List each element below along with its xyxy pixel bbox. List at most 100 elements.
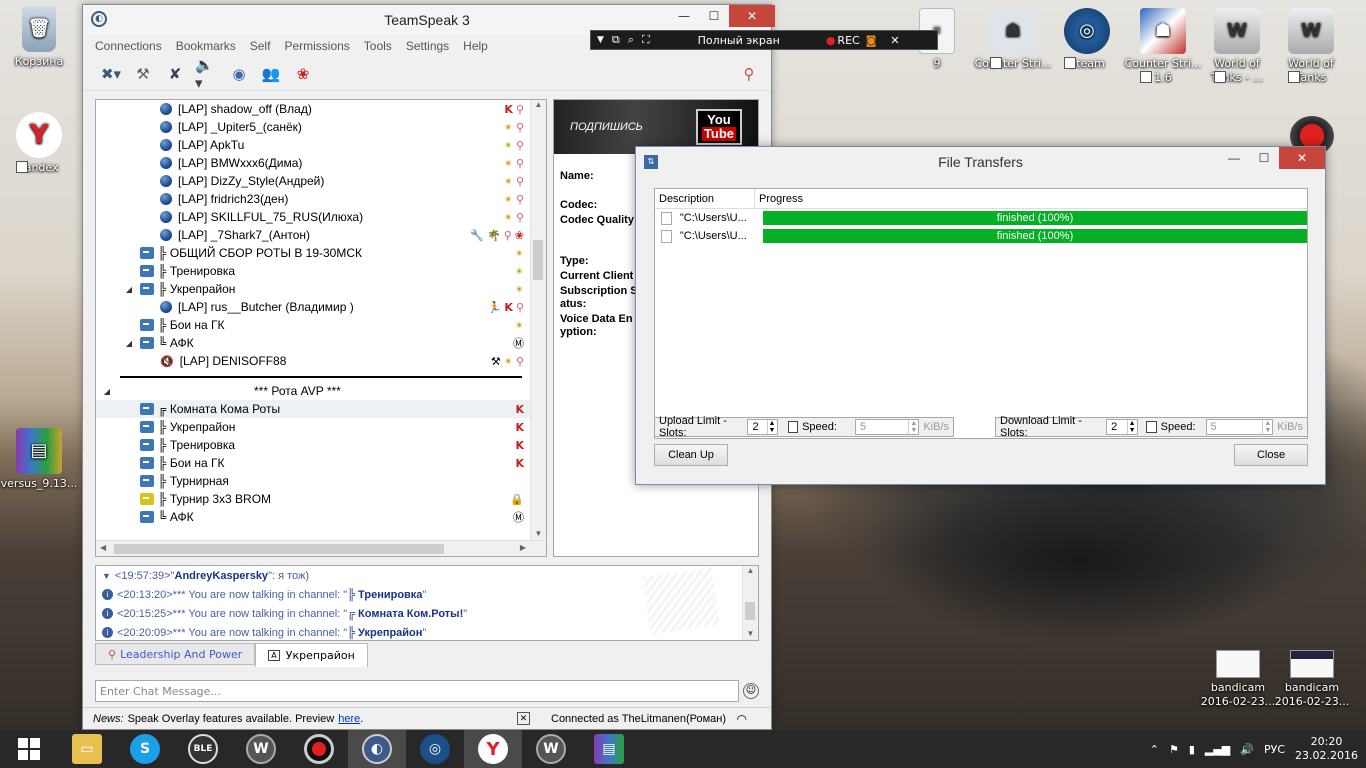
collapse-arrow-icon[interactable]: ◢ xyxy=(100,387,114,396)
subscribe-icon[interactable]: ◉ xyxy=(227,62,251,86)
channel-row[interactable]: ╚ АФК Ⓜ xyxy=(96,508,546,526)
tree-hscroll-thumb[interactable] xyxy=(114,544,444,554)
tree-vertical-scrollbar[interactable]: ▲ ▼ xyxy=(530,100,546,556)
chat-input[interactable]: Enter Chat Message... xyxy=(95,680,739,702)
client-row[interactable]: [LAP] BMWxxx6(Дима) ✴ ⚲ xyxy=(96,154,546,172)
record-icon[interactable]: ● xyxy=(826,34,836,47)
minimize-button[interactable]: — xyxy=(669,5,699,27)
channel-row[interactable]: ╠ Турнирная xyxy=(96,472,546,490)
close-transfers-button[interactable]: Close xyxy=(1234,444,1308,466)
client-row[interactable]: [LAP] _7Shark7_(Антон) 🔧 🌴 ⚲ ❀ xyxy=(96,226,546,244)
download-slots-spinner[interactable]: 2 ▲ ▼ xyxy=(1106,419,1138,435)
chat-scroll-thumb[interactable] xyxy=(745,602,755,620)
mute-speakers-icon[interactable]: 🔈▾ xyxy=(195,56,219,92)
action-center-icon[interactable]: ⚑ xyxy=(1169,743,1179,756)
desktop-icon-counter-strike[interactable]: ☗ Counter Stri... xyxy=(974,8,1052,71)
taskbar-steam[interactable]: ◎ xyxy=(406,730,464,768)
ft-close-button[interactable]: ✕ xyxy=(1279,147,1325,169)
chat-log[interactable]: ▼ <19:57:39> " AndreyKaspersky ": я тож) i <2… xyxy=(95,565,759,641)
file-transfers-window[interactable]: ⇅ File Transfers — ☐ ✕ Description Progr… xyxy=(635,146,1326,485)
tree-horizontal-scrollbar[interactable]: ◀ ▶ xyxy=(96,540,546,556)
mic-toggle-icon[interactable]: ⚲ xyxy=(737,62,761,86)
upload-speed-checkbox[interactable] xyxy=(787,421,799,433)
desktop-icon-wot-2[interactable]: W World of Tanks xyxy=(1272,8,1350,85)
menu-self[interactable]: Self xyxy=(250,39,271,53)
col-progress[interactable]: Progress xyxy=(755,189,1307,208)
mute-microphone-icon[interactable]: ✘ xyxy=(163,62,187,86)
tree-scroll-thumb[interactable] xyxy=(533,240,543,280)
maximize-button[interactable]: ☐ xyxy=(699,5,729,27)
client-row[interactable]: 🔇 [LAP] DENISOFF88 ⚒ ✴ ⚲ xyxy=(96,352,546,370)
client-row[interactable]: [LAP] ApkTu ✴ ⚲ xyxy=(96,136,546,154)
channel-row[interactable]: ◢ ╠ Укрепрайон ✴ xyxy=(96,280,546,298)
client-row[interactable]: [LAP] fridrich23(ден) ✴ ⚲ xyxy=(96,190,546,208)
ft-minimize-button[interactable]: — xyxy=(1219,147,1249,169)
client-row[interactable]: [LAP] DizZy_Style(Андрей) ✴ ⚲ xyxy=(96,172,546,190)
channel-row[interactable]: ╔ Комната Кома Роты K xyxy=(96,400,546,418)
download-speed-spinner[interactable]: 5 ▲ ▼ xyxy=(1205,419,1274,435)
disconnect-icon[interactable]: ✖▾ xyxy=(99,62,123,86)
close-button[interactable]: ✕ xyxy=(729,5,775,27)
taskbar-bandicam[interactable] xyxy=(290,730,348,768)
expand-arrow-icon[interactable]: ◢ xyxy=(122,285,136,294)
desktop-icon-bandicam-shot-2[interactable]: bandicam 2016-02-23... xyxy=(1272,650,1352,709)
away-icon[interactable]: ⚒ xyxy=(131,62,155,86)
emoticon-icon[interactable]: ☺ xyxy=(743,683,759,699)
client-row[interactable]: [LAP] rus__Butcher (Владимир ) 🏃 K ⚲ xyxy=(96,298,546,316)
desktop-icon-versus[interactable]: ▤ versus_9.13... xyxy=(0,428,78,491)
client-row[interactable]: [LAP] shadow_off (Влад) K ⚲ xyxy=(96,100,546,118)
channel-row[interactable]: ╠ Укрепрайон K xyxy=(96,418,546,436)
desktop-icon-steam[interactable]: ◎ Steam xyxy=(1048,8,1126,71)
desktop-icon-recycle-bin[interactable]: 🗑 Корзина xyxy=(0,6,78,69)
close-news-icon[interactable]: ✕ xyxy=(517,712,530,725)
transfer-row[interactable]: "C:\Users\U... finished (100%) xyxy=(655,209,1307,227)
menu-connections[interactable]: Connections xyxy=(95,39,162,53)
tab-server[interactable]: ⚲ Leadership And Power xyxy=(95,643,256,665)
network-icon[interactable]: ▂▄▆ xyxy=(1205,743,1230,756)
desktop-icon-wot-1[interactable]: W World of Tanks - ... xyxy=(1198,8,1276,85)
channel-tree[interactable]: [LAP] shadow_off (Влад) K ⚲ [LAP] _Upiter5_… xyxy=(95,99,547,557)
channel-row[interactable]: ◢ ╚ АФК Ⓜ xyxy=(96,334,546,352)
menu-permissions[interactable]: Permissions xyxy=(284,39,349,53)
taskbar-winrar[interactable]: ▤ xyxy=(580,730,638,768)
desktop-icon-yandex[interactable]: Y Yandex xyxy=(0,112,78,175)
client-row[interactable]: [LAP] SKILLFUL_75_RUS(Илюха) ✴ ⚲ xyxy=(96,208,546,226)
client-row[interactable]: [LAP] _Upiter5_(санёк) ✴ ⚲ xyxy=(96,118,546,136)
taskbar-yandex[interactable]: Y xyxy=(464,730,522,768)
screenshot-camera-icon[interactable]: ◙ xyxy=(866,34,877,47)
taskbar-ble[interactable]: BLE xyxy=(174,730,232,768)
chat-scrollbar[interactable]: ▲ ▼ xyxy=(742,566,758,640)
menu-bookmarks[interactable]: Bookmarks xyxy=(176,39,236,53)
menu-settings[interactable]: Settings xyxy=(406,39,449,53)
clean-up-button[interactable]: Clean Up xyxy=(654,444,728,466)
taskbar-skype[interactable]: S xyxy=(116,730,174,768)
menu-help[interactable]: Help xyxy=(463,39,488,53)
upload-slots-spinner[interactable]: 2 ▲ ▼ xyxy=(747,419,778,435)
channel-row[interactable]: ╠ Тренировка ✴ xyxy=(96,262,546,280)
channel-spacer-title[interactable]: ◢ *** Рота AVP *** xyxy=(96,382,546,400)
channel-row[interactable]: ╠ ОБЩИЙ СБОР РОТЫ В 19-30МСК ✴ xyxy=(96,244,546,262)
magnifier-icon[interactable]: ⌕ xyxy=(628,33,634,47)
expand-arrow-icon[interactable]: ◢ xyxy=(122,339,136,348)
volume-icon[interactable]: 🔊 xyxy=(1240,743,1254,756)
show-hidden-icons[interactable]: ⌃ xyxy=(1150,743,1159,756)
language-indicator[interactable]: РУС xyxy=(1264,743,1285,756)
news-link[interactable]: here xyxy=(338,713,360,725)
taskbar-wot[interactable]: W xyxy=(232,730,290,768)
channel-row[interactable]: ╠ Бои на ГК ✴ xyxy=(96,316,546,334)
channel-row[interactable]: ╠ Тренировка K xyxy=(96,436,546,454)
bandicam-close-icon[interactable]: ✕ xyxy=(890,34,899,47)
start-button[interactable] xyxy=(0,730,58,768)
battery-icon[interactable]: ▮ xyxy=(1189,743,1195,756)
bandicam-control-bar[interactable]: ▼ ⧉ ⌕ ⛶ Полный экран ● REC ◙ ✕ xyxy=(590,30,938,50)
clock[interactable]: 20:20 23.02.2016 xyxy=(1295,735,1358,763)
channel-row[interactable]: ╠ Бои на ГК K xyxy=(96,454,546,472)
upload-speed-spinner[interactable]: 5 ▲ ▼ xyxy=(854,419,920,435)
menu-tools[interactable]: Tools xyxy=(364,39,392,53)
region-icon[interactable]: ⛶ xyxy=(642,33,650,47)
transfer-list[interactable]: Description Progress "C:\Users\U... finis… xyxy=(654,188,1308,439)
taskbar-wot-2[interactable]: W xyxy=(522,730,580,768)
download-speed-checkbox[interactable] xyxy=(1145,421,1157,433)
channel-row[interactable]: ╠ Турнир 3x3 BROM 🔒 xyxy=(96,490,546,508)
col-description[interactable]: Description xyxy=(655,189,755,208)
